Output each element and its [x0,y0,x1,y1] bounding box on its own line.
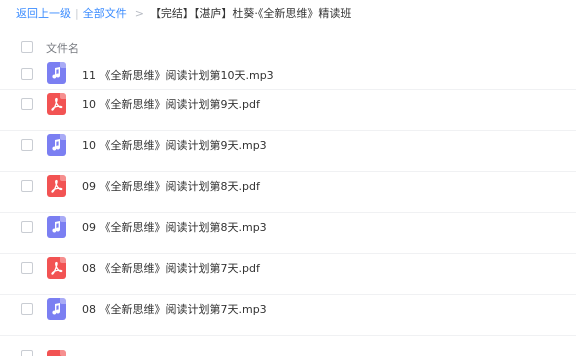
file-row[interactable]: 10 《全新思维》阅读计划第9天.mp3 [0,131,576,172]
row-checkbox[interactable] [21,68,33,80]
back-link[interactable]: 返回上一级 [16,5,71,21]
pdf-file-icon [47,350,66,356]
file-row[interactable]: 10 《全新思维》阅读计划第9天.pdf [0,90,576,131]
pdf-file-icon [47,93,66,115]
row-checkbox[interactable] [21,180,33,192]
row-checkbox[interactable] [21,98,33,110]
file-list: 11 《全新思维》阅读计划第10天.mp3 10 《全新思维》阅读计划第9天.p… [0,60,576,356]
file-browser: 返回上一级 | 全部文件 > 【完结】【湛庐】杜葵·《全新思维》精读班 文件名 … [0,0,576,356]
file-row[interactable]: 08 《全新思维》阅读计划第7天.pdf [0,254,576,295]
row-checkbox[interactable] [21,139,33,151]
filename-column-header[interactable]: 文件名 [46,40,79,56]
row-checkbox[interactable] [21,350,33,356]
file-row[interactable]: 09 《全新思维》阅读计划第8天.pdf [0,172,576,213]
music-note-icon [52,67,61,79]
current-folder-title: 【完结】【湛庐】杜葵·《全新思维》精读班 [149,7,352,20]
acrobat-icon [51,179,63,193]
file-name[interactable]: 11 《全新思维》阅读计划第10天.mp3 [82,67,274,83]
list-header: 文件名 [0,34,576,60]
breadcrumb-arrow: > [134,6,144,20]
audio-file-icon [47,298,66,320]
acrobat-icon [51,97,63,111]
audio-file-icon [47,134,66,156]
music-note-icon [52,221,61,233]
pdf-file-icon [47,257,66,279]
file-row[interactable]: 11 《全新思维》阅读计划第10天.mp3 [0,60,576,90]
music-note-icon [52,139,61,151]
acrobat-icon [51,261,63,275]
breadcrumb: 返回上一级 | 全部文件 > 【完结】【湛庐】杜葵·《全新思维》精读班 [16,4,351,22]
audio-file-icon [47,62,66,84]
file-name[interactable]: 10 《全新思维》阅读计划第9天.mp3 [82,137,267,153]
row-checkbox[interactable] [21,221,33,233]
file-name[interactable]: 09 《全新思维》阅读计划第8天.pdf [82,178,260,194]
file-name[interactable]: 08 《全新思维》阅读计划第7天.mp3 [82,301,267,317]
select-all-checkbox[interactable] [21,41,33,53]
row-checkbox[interactable] [21,262,33,274]
file-name[interactable]: 10 《全新思维》阅读计划第9天.pdf [82,96,260,112]
breadcrumb-divider: | [75,6,79,20]
file-row[interactable]: 08 《全新思维》阅读计划第7天.mp3 [0,295,576,336]
file-name[interactable]: 08 《全新思维》阅读计划第7天.pdf [82,260,260,276]
file-row[interactable]: 09 《全新思维》阅读计划第8天.mp3 [0,213,576,254]
row-checkbox[interactable] [21,303,33,315]
audio-file-icon [47,216,66,238]
all-files-link[interactable]: 全部文件 [83,5,127,21]
file-name[interactable]: 09 《全新思维》阅读计划第8天.mp3 [82,219,267,235]
file-row-partial[interactable] [0,336,576,356]
pdf-file-icon [47,175,66,197]
music-note-icon [52,303,61,315]
